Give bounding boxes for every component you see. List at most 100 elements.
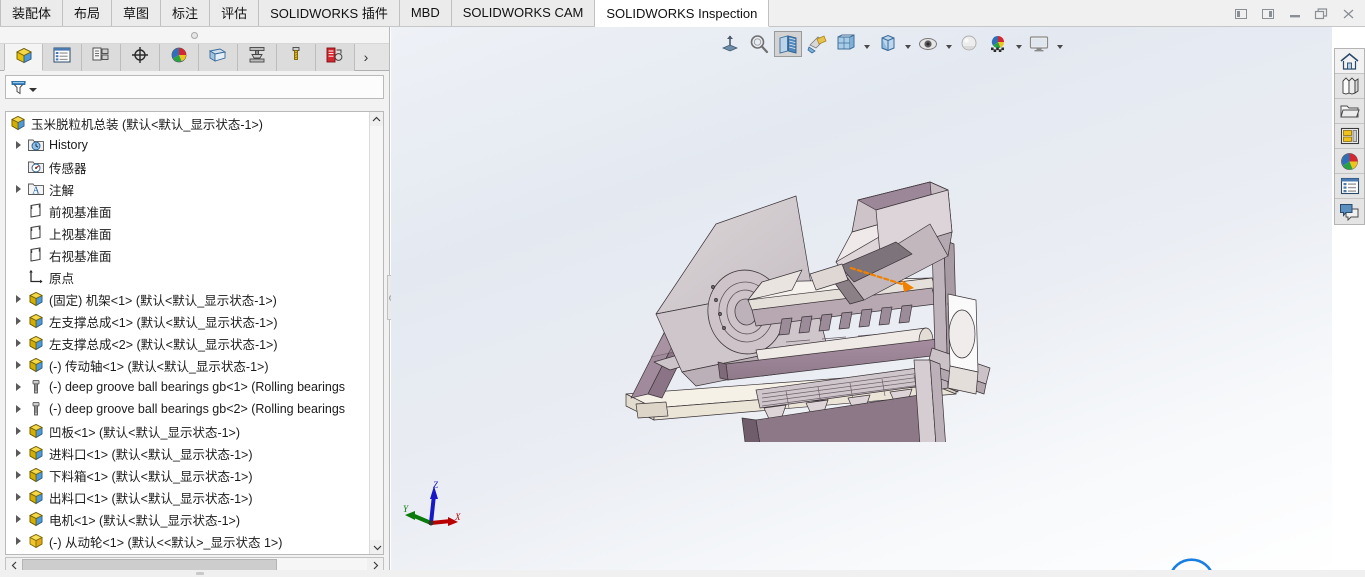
configuration-manager-tab[interactable] bbox=[82, 44, 121, 71]
collapse-left-button[interactable] bbox=[1228, 2, 1253, 26]
filter-dropdown-caret[interactable] bbox=[29, 88, 37, 92]
tree-item[interactable]: 原点 bbox=[6, 266, 369, 288]
ribbon-tab-1[interactable]: 布局 bbox=[63, 0, 112, 26]
display-manager-tab[interactable] bbox=[160, 44, 199, 71]
panel-pin-handle[interactable] bbox=[0, 27, 389, 44]
ribbon-tab-6[interactable]: MBD bbox=[400, 0, 452, 26]
design-library-button[interactable] bbox=[1335, 74, 1364, 99]
expand-arrow-icon[interactable] bbox=[10, 420, 26, 442]
expand-arrow-icon[interactable] bbox=[10, 354, 26, 376]
ribbon-tab-label: MBD bbox=[411, 5, 440, 20]
plane-icon bbox=[26, 246, 45, 265]
chevron-right-icon bbox=[16, 515, 21, 523]
scroll-down-button[interactable] bbox=[370, 540, 384, 554]
dimxpert-manager-tab[interactable] bbox=[121, 44, 160, 71]
annotations-panel-button[interactable] bbox=[1335, 199, 1364, 224]
filter-bar[interactable] bbox=[5, 75, 384, 99]
tree-item[interactable]: A注解 bbox=[6, 178, 369, 200]
tree-item[interactable]: (-) 传动轴<1> (默认<默认_显示状态-1>) bbox=[6, 354, 369, 376]
inspection-tab[interactable] bbox=[316, 44, 355, 71]
minimize-button[interactable] bbox=[1282, 2, 1307, 26]
expand-arrow-icon[interactable] bbox=[10, 332, 26, 354]
history-folder-icon bbox=[26, 136, 45, 155]
ribbon-tab-3[interactable]: 标注 bbox=[161, 0, 210, 26]
ribbon-tab-5[interactable]: SOLIDWORKS 插件 bbox=[259, 0, 400, 26]
ribbon-tab-7[interactable]: SOLIDWORKS CAM bbox=[452, 0, 596, 26]
part-icon bbox=[26, 422, 45, 441]
part-icon bbox=[26, 466, 45, 485]
viewport-button[interactable] bbox=[1025, 31, 1053, 57]
tree-item[interactable]: (固定) 机架<1> (默认<默认_显示状态-1>) bbox=[6, 288, 369, 310]
tree-item-label: 右视基准面 bbox=[49, 246, 112, 265]
funnel-icon bbox=[10, 79, 27, 96]
tree-item[interactable]: 进料口<1> (默认<默认_显示状态-1>) bbox=[6, 442, 369, 464]
tree-item-label: (-) 传动轴<1> (默认<默认_显示状态-1>) bbox=[49, 356, 268, 375]
part-orange-icon bbox=[26, 554, 45, 555]
ribbon-tab-8[interactable]: SOLIDWORKS Inspection bbox=[595, 0, 769, 27]
graphics-viewport[interactable]: Z Y X bbox=[391, 27, 1332, 577]
expand-arrow-icon[interactable] bbox=[10, 288, 26, 310]
tree-item[interactable]: 右视基准面 bbox=[6, 244, 369, 266]
simulation-tab[interactable] bbox=[199, 44, 238, 71]
view-palette-button[interactable] bbox=[1335, 124, 1364, 149]
expand-arrow-icon[interactable] bbox=[10, 552, 26, 554]
tree-item[interactable]: 上视基准面 bbox=[6, 222, 369, 244]
custom-properties-button[interactable] bbox=[1335, 174, 1364, 199]
feature-manager-tab[interactable] bbox=[4, 44, 43, 71]
ribbon-tab-2[interactable]: 草图 bbox=[112, 0, 161, 26]
ribbon-tab-bar: 装配体布局草图标注评估SOLIDWORKS 插件 MBD SOLIDWORKS CA… bbox=[0, 0, 1365, 27]
restore-button[interactable] bbox=[1309, 2, 1334, 26]
panel-pin-dot bbox=[191, 32, 198, 39]
tree-item[interactable]: 传感器 bbox=[6, 156, 369, 178]
expand-arrow-icon[interactable] bbox=[10, 134, 26, 156]
expand-arrow-icon[interactable] bbox=[10, 376, 26, 398]
motion-study-tab[interactable] bbox=[238, 44, 277, 71]
status-bar-grip bbox=[196, 572, 204, 575]
tree-item-label: (-) deep groove ball bearings gb<2> (Rol… bbox=[49, 402, 345, 416]
solidworks-resources-button[interactable] bbox=[1335, 49, 1364, 74]
panel-tabs-more-button[interactable]: › bbox=[355, 44, 377, 70]
appearances-scenes-button[interactable] bbox=[1335, 149, 1364, 174]
feature-manager-panel: › 玉米脱粒机总装 (默认<默认_显示状态-1>)History传感器A注解前视… bbox=[0, 27, 390, 577]
feature-tree-list: 玉米脱粒机总装 (默认<默认_显示状态-1>)History传感器A注解前视基准… bbox=[6, 112, 369, 554]
tree-item[interactable]: 前视基准面 bbox=[6, 200, 369, 222]
tree-item[interactable]: (-) 主动轮<1> (默认<<默认>_显示状态 1>) bbox=[6, 552, 369, 554]
corn-thresher-3d-model[interactable] bbox=[596, 42, 1016, 447]
tree-item[interactable]: (-) 从动轮<1> (默认<<默认>_显示状态 1>) bbox=[6, 530, 369, 552]
expander-spacer bbox=[10, 222, 26, 244]
expand-arrow-icon[interactable] bbox=[10, 398, 26, 420]
tree-item[interactable]: 凹板<1> (默认<默认_显示状态-1>) bbox=[6, 420, 369, 442]
tree-vertical-scrollbar[interactable] bbox=[369, 112, 383, 554]
ribbon-tab-0[interactable]: 装配体 bbox=[0, 0, 63, 26]
expand-arrow-icon[interactable] bbox=[10, 310, 26, 332]
tree-item[interactable]: 电机<1> (默认<默认_显示状态-1>) bbox=[6, 508, 369, 530]
tree-item[interactable]: (-) deep groove ball bearings gb<1> (Rol… bbox=[6, 376, 369, 398]
expand-arrow-icon[interactable] bbox=[10, 178, 26, 200]
tree-item[interactable]: 左支撑总成<2> (默认<默认_显示状态-1>) bbox=[6, 332, 369, 354]
collapse-right-button[interactable] bbox=[1255, 2, 1280, 26]
expand-arrow-icon[interactable] bbox=[10, 486, 26, 508]
scroll-up-button[interactable] bbox=[370, 112, 383, 126]
tree-item-label: 注解 bbox=[49, 180, 74, 199]
viewport-dropdown-caret[interactable] bbox=[1054, 31, 1065, 57]
cam-tab[interactable] bbox=[277, 44, 316, 71]
file-explorer-button[interactable] bbox=[1335, 99, 1364, 124]
tree-item[interactable]: History bbox=[6, 134, 369, 156]
appearances-globe-icon bbox=[1340, 152, 1359, 171]
tree-item-label: (-) 从动轮<1> (默认<<默认>_显示状态 1>) bbox=[49, 532, 282, 551]
expander-spacer bbox=[10, 244, 26, 266]
expand-arrow-icon[interactable] bbox=[10, 530, 26, 552]
close-button[interactable] bbox=[1336, 2, 1361, 26]
tree-item[interactable]: 下料箱<1> (默认<默认_显示状态-1>) bbox=[6, 464, 369, 486]
chevron-right-icon bbox=[16, 361, 21, 369]
ribbon-tab-4[interactable]: 评估 bbox=[210, 0, 259, 26]
expand-arrow-icon[interactable] bbox=[10, 442, 26, 464]
tree-item[interactable]: 出料口<1> (默认<默认_显示状态-1>) bbox=[6, 486, 369, 508]
expand-arrow-icon[interactable] bbox=[10, 464, 26, 486]
tree-item[interactable]: 左支撑总成<1> (默认<默认_显示状态-1>) bbox=[6, 310, 369, 332]
part-icon bbox=[26, 488, 45, 507]
tree-item[interactable]: 玉米脱粒机总装 (默认<默认_显示状态-1>) bbox=[6, 112, 369, 134]
tree-item[interactable]: (-) deep groove ball bearings gb<2> (Rol… bbox=[6, 398, 369, 420]
expand-arrow-icon[interactable] bbox=[10, 508, 26, 530]
property-manager-tab[interactable] bbox=[43, 44, 82, 71]
